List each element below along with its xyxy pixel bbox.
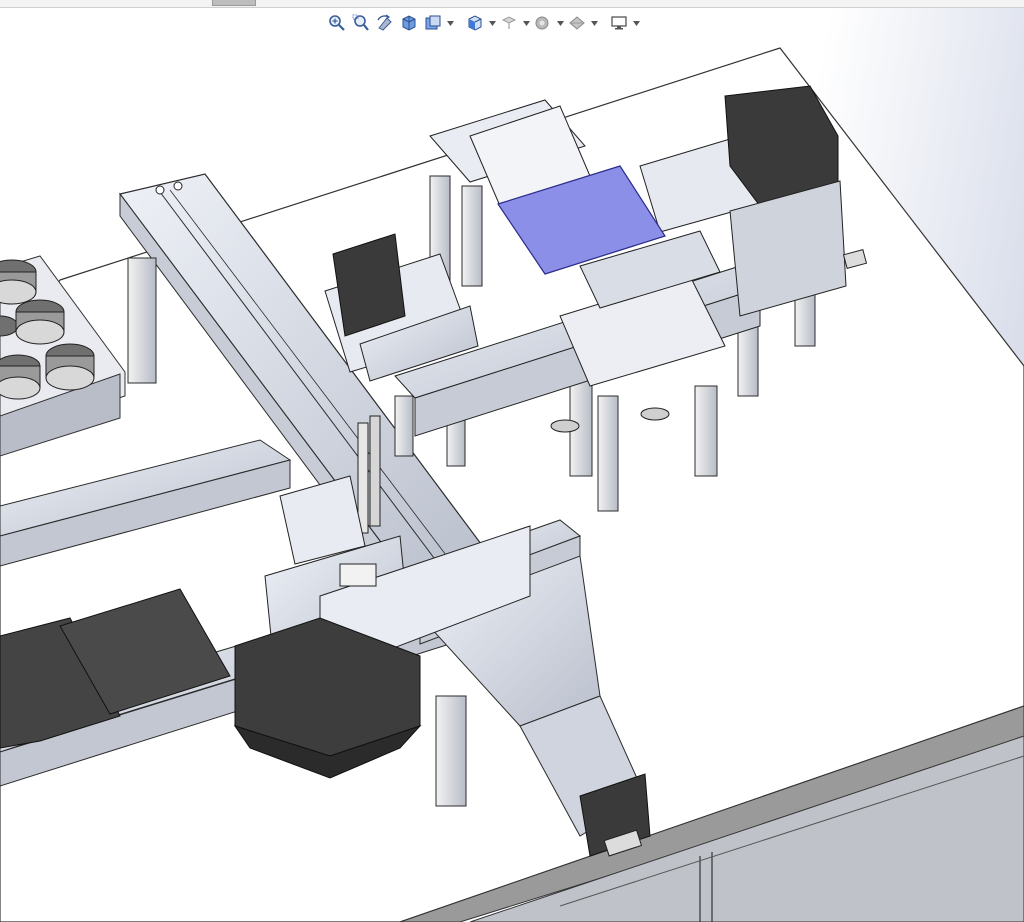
previous-view-icon[interactable]	[374, 12, 396, 34]
chevron-down-icon[interactable]	[632, 12, 640, 34]
dynamic-annotation-icon[interactable]	[422, 12, 444, 34]
title-strip	[0, 0, 1024, 8]
zoom-to-fit-icon[interactable]	[326, 12, 348, 34]
section-view-icon[interactable]	[398, 12, 420, 34]
chevron-down-icon[interactable]	[522, 12, 530, 34]
chevron-down-icon[interactable]	[556, 12, 564, 34]
view-orientation-icon[interactable]	[464, 12, 486, 34]
display-style-icon[interactable]	[498, 12, 520, 34]
assembly-model	[0, 47, 1024, 922]
heads-up-view-toolbar	[326, 10, 640, 36]
window-tab[interactable]	[212, 0, 256, 6]
chevron-down-icon[interactable]	[488, 12, 496, 34]
hide-show-items-icon[interactable]	[532, 12, 554, 34]
edit-appearance-icon[interactable]	[566, 12, 588, 34]
graphics-area[interactable]	[0, 36, 1024, 922]
zoom-to-area-icon[interactable]	[350, 12, 372, 34]
chevron-down-icon[interactable]	[446, 12, 454, 34]
cad-window	[0, 0, 1024, 922]
chevron-down-icon[interactable]	[590, 12, 598, 34]
view-settings-icon[interactable]	[608, 12, 630, 34]
